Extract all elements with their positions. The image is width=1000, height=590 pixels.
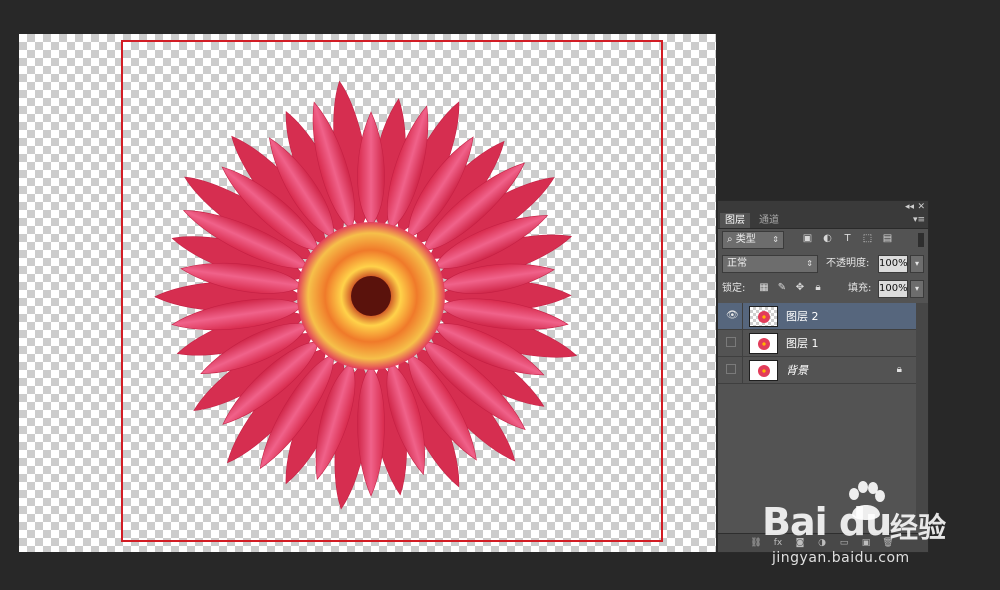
row-divider [742,357,743,384]
row-divider [742,330,743,357]
chevron-updown-icon: ⇕ [772,235,779,244]
flower-petal [357,111,385,227]
opacity-input[interactable]: 100% [878,255,908,273]
blend-opacity-row: 正常 ⇕ 不透明度: 100% ▾ [722,254,924,274]
panel-title-bar: ◂◂ ✕ [718,201,928,213]
filter-type-label: 类型 [735,234,756,245]
layer-thumbnail [749,360,778,381]
shape-layer-filter-icon[interactable]: ⬚ [862,233,873,244]
tab-layers[interactable]: 图层 [720,213,750,228]
flower-petal [357,365,385,497]
layer-filter-row: ⌕ 类型 ⇕ ▣ ◐ T ⬚ ▤ [722,230,924,250]
baidu-jingyan-watermark: Bai du 经验 jingyan.baidu.com [762,480,992,585]
fill-slider-button[interactable]: ▾ [910,280,924,298]
adjustment-layer-filter-icon[interactable]: ◐ [822,233,833,244]
baidu-logo-text: Bai du [762,500,892,544]
chevron-updown-icon: ⇕ [806,259,813,268]
lock-image-pixels-icon[interactable]: ✎ [776,282,788,294]
filter-type-dropdown[interactable]: ⌕ 类型 ⇕ [722,231,784,249]
blend-mode-value: 正常 [727,258,747,269]
panel-menu-icon[interactable]: ▾≡ [913,213,925,228]
visibility-toggle-off[interactable] [726,337,736,347]
pixel-layer-filter-icon[interactable]: ▣ [802,233,813,244]
layer-thumbnail [749,306,778,327]
collapse-panel-icon[interactable]: ◂◂ [905,201,914,213]
type-layer-filter-icon[interactable]: T [842,233,853,244]
fill-label: 填充: [848,283,872,294]
layer-name[interactable]: 背景 [786,357,808,384]
lock-label: 锁定: [722,283,746,294]
jingyan-logo-text: 经验 [890,511,947,544]
lock-position-icon[interactable]: ✥ [794,282,806,294]
lock-all-icon[interactable]: 🔒︎ [812,282,824,294]
row-divider [742,303,743,330]
layer-row-background[interactable]: 背景 🔒︎ [718,357,916,384]
gerbera-flower-image [154,80,578,510]
lock-icon: 🔒︎ [896,364,902,375]
close-panel-icon[interactable]: ✕ [917,201,925,213]
link-layers-icon[interactable]: ⛓︎ [750,537,762,549]
lock-fill-row: 锁定: ▦ ✎ ✥ 🔒︎ 填充: 100% ▾ [722,279,924,299]
layer-row-layer-2[interactable]: 👁︎ 图层 2 [718,303,916,330]
blend-mode-dropdown[interactable]: 正常 ⇕ [722,255,818,273]
filter-toggle-switch[interactable] [918,233,924,247]
visibility-toggle-off[interactable] [726,364,736,374]
opacity-label: 不透明度: [826,258,870,269]
fill-input[interactable]: 100% [878,280,908,298]
document-canvas[interactable] [19,34,716,552]
layer-row-layer-1[interactable]: 图层 1 [718,330,916,357]
layer-name[interactable]: 图层 2 [786,303,819,330]
layer-name[interactable]: 图层 1 [786,330,819,357]
lock-transparent-pixels-icon[interactable]: ▦ [758,282,770,294]
layer-thumbnail [749,333,778,354]
tab-channels[interactable]: 通道 [754,213,784,228]
panel-tab-strip: 图层 通道 ▾≡ [718,213,928,229]
watermark-url: jingyan.baidu.com [772,550,910,566]
eye-icon[interactable]: 👁︎ [726,310,739,322]
search-icon: ⌕ [727,234,733,245]
opacity-slider-button[interactable]: ▾ [910,255,924,273]
smart-object-filter-icon[interactable]: ▤ [882,233,893,244]
